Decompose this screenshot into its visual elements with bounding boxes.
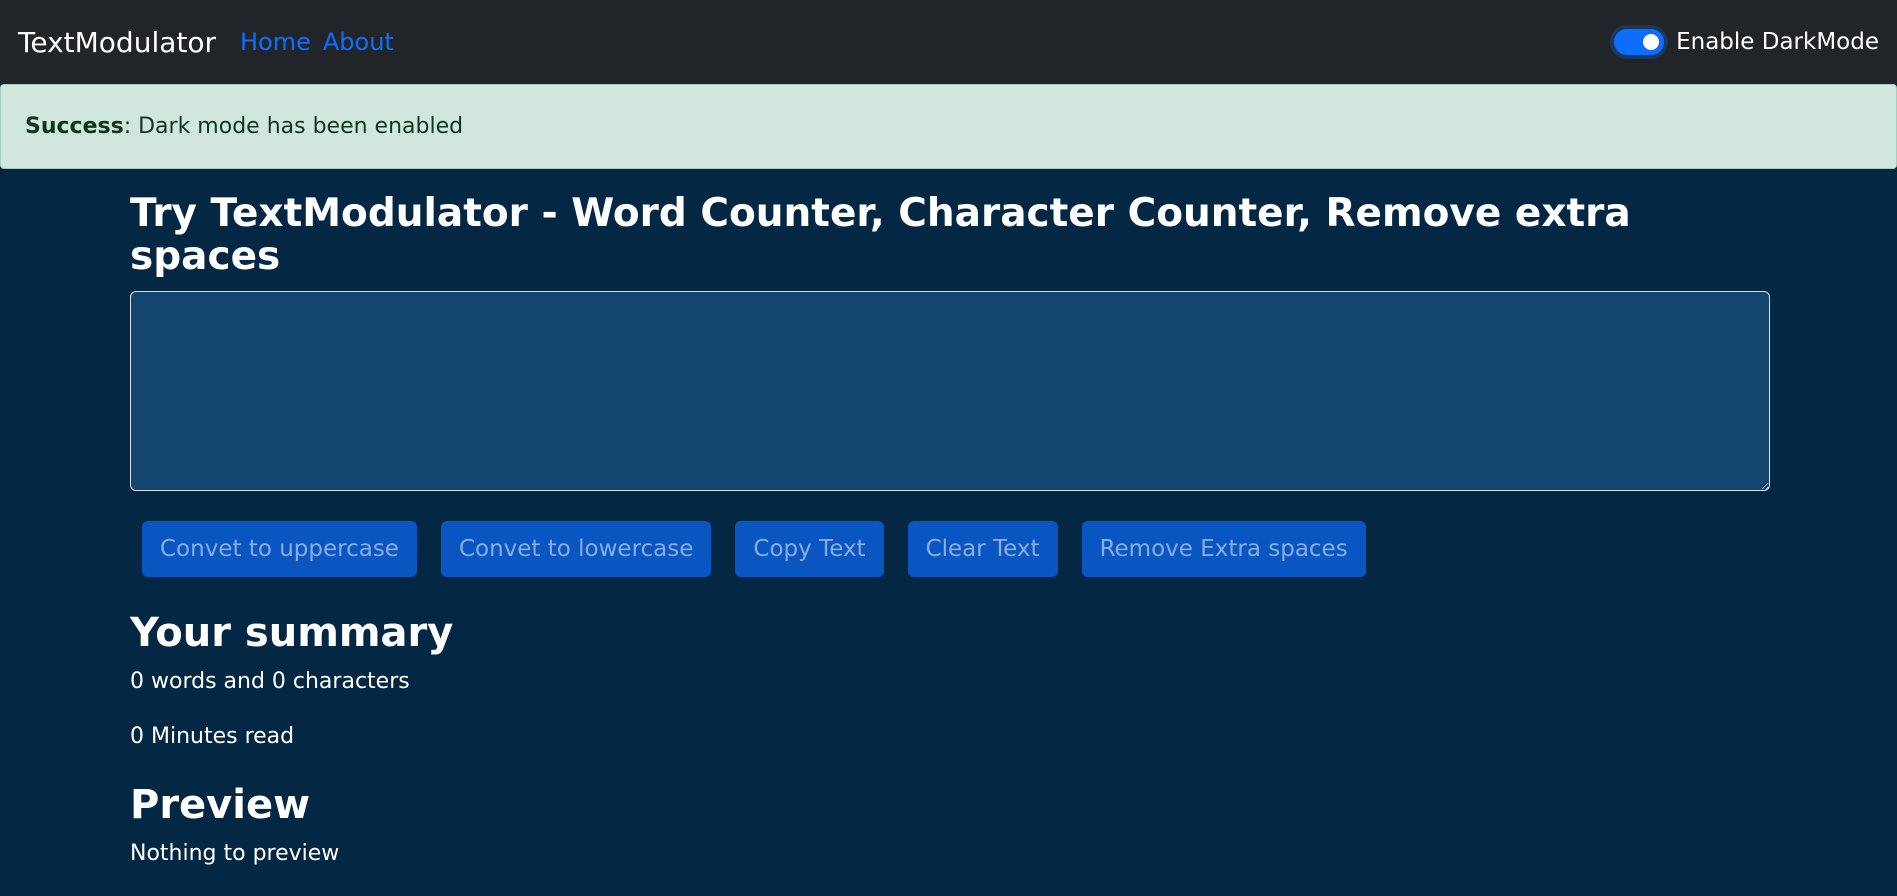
lowercase-button[interactable]: Convet to lowercase	[440, 520, 712, 577]
nav-link-about[interactable]: About	[323, 28, 394, 56]
nav-link-home[interactable]: Home	[240, 28, 311, 56]
page-title: Try TextModulator - Word Counter, Charac…	[130, 191, 1631, 279]
brand-logo-text[interactable]: TextModulator	[18, 26, 216, 59]
toggle-knob-icon	[1643, 34, 1660, 50]
action-button-row: Convet to uppercase Convet to lowercase …	[130, 520, 1770, 577]
summary-read-time: 0 Minutes read	[130, 723, 295, 749]
remove-spaces-button[interactable]: Remove Extra spaces	[1081, 520, 1366, 577]
preview-heading: Preview	[130, 781, 311, 828]
preview-text: Nothing to preview	[130, 840, 340, 866]
alert-message: : Dark mode has been enabled	[123, 114, 464, 139]
copy-text-button[interactable]: Copy Text	[735, 520, 884, 577]
uppercase-button[interactable]: Convet to uppercase	[142, 520, 417, 577]
main-container: Try TextModulator - Word Counter, Charac…	[130, 169, 1770, 896]
summary-counts: 0 words and 0 characters	[130, 668, 410, 694]
navbar: TextModulator Home About Enable DarkMode	[0, 0, 1897, 84]
dark-mode-toggle-wrapper: Enable DarkMode	[1614, 0, 1879, 84]
dark-mode-label[interactable]: Enable DarkMode	[1676, 29, 1879, 55]
text-input-area[interactable]	[130, 290, 1770, 491]
dark-mode-toggle[interactable]	[1614, 29, 1665, 55]
clear-text-button[interactable]: Clear Text	[907, 520, 1058, 577]
alert-type: Success	[25, 114, 124, 139]
summary-heading: Your summary	[130, 609, 454, 656]
success-alert: Success : Dark mode has been enabled	[0, 84, 1897, 169]
